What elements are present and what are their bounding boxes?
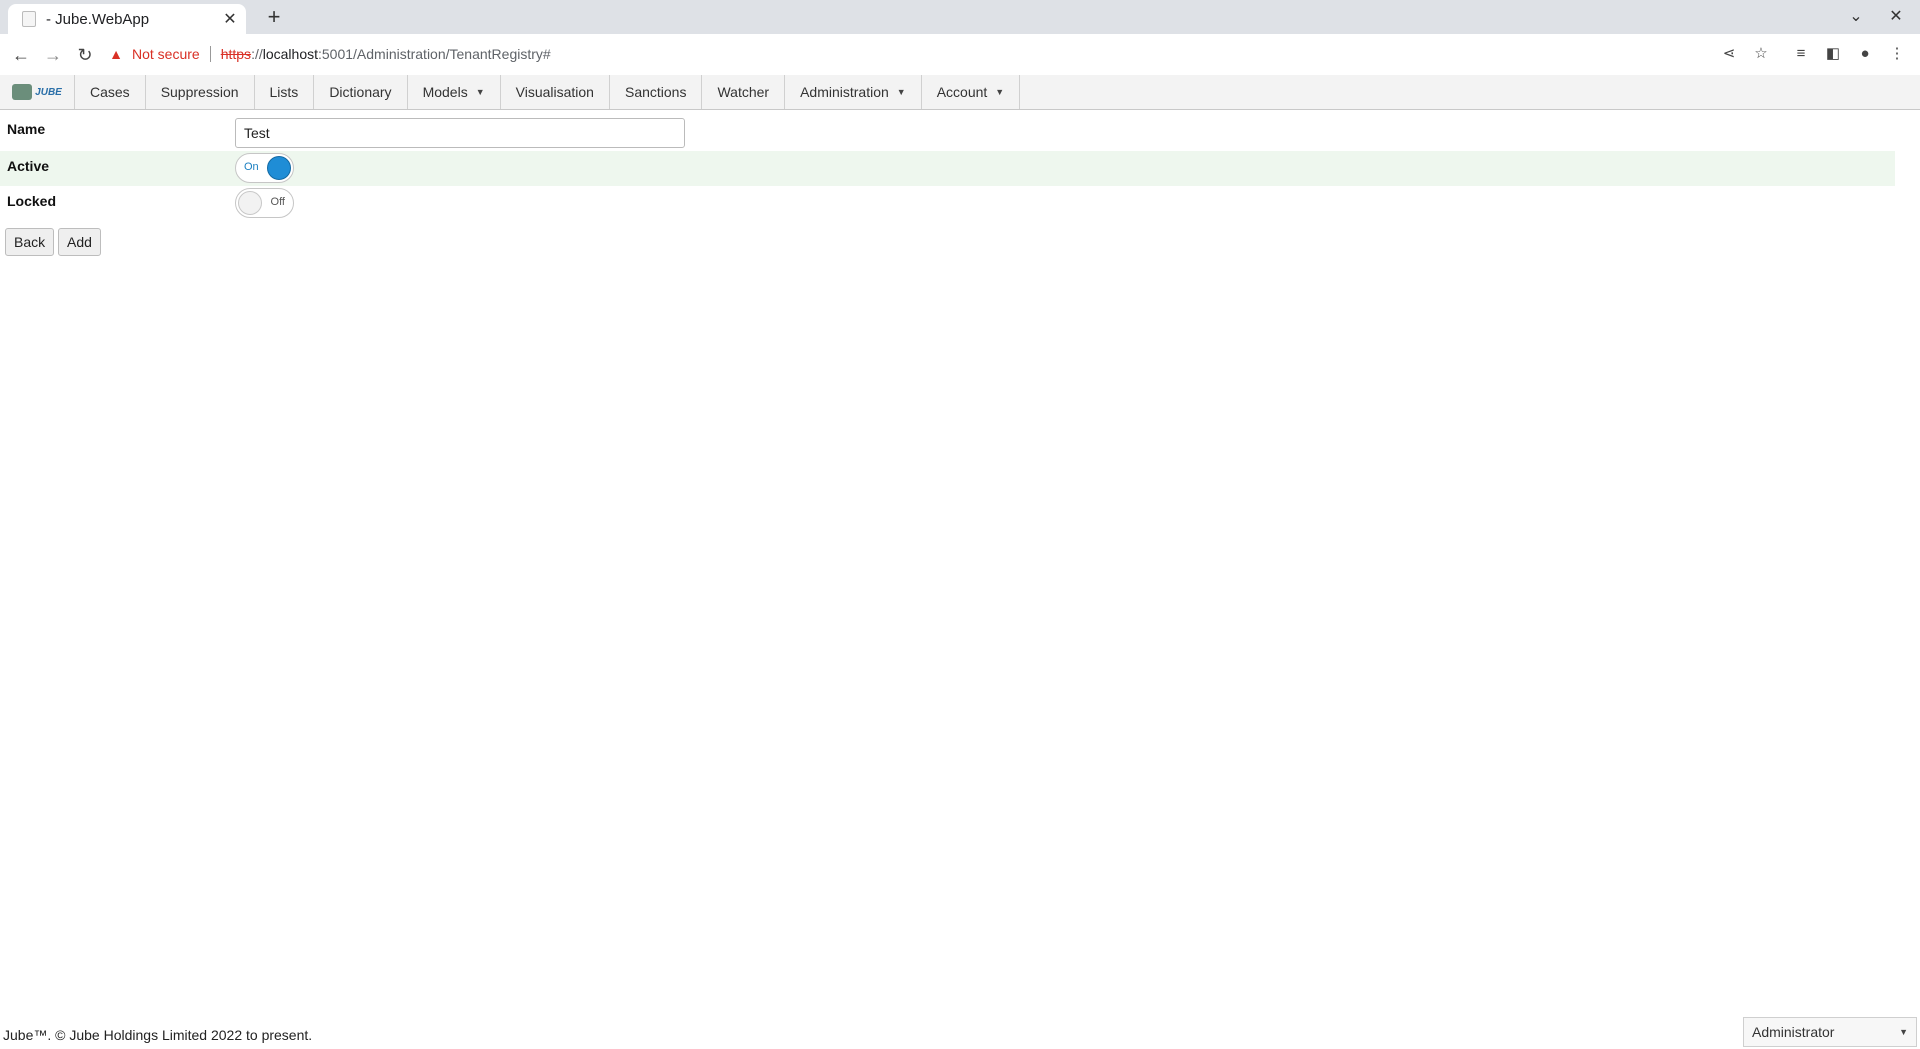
toggle-knob <box>267 156 291 180</box>
name-label: Name <box>7 121 46 137</box>
back-button[interactable]: Back <box>5 228 55 256</box>
toggle-knob <box>238 191 262 215</box>
jube-logo[interactable]: JUBE <box>0 75 75 109</box>
nav-dictionary-label: Dictionary <box>329 84 392 100</box>
nav-administration[interactable]: Administration ▼ <box>785 75 922 109</box>
url-separator: :// <box>251 46 263 62</box>
browser-tabstrip: - Jube.WebApp ✕ + ⌄ ✕ <box>0 0 1920 34</box>
warning-icon: ▲ <box>109 46 123 62</box>
url-path: :5001/Administration/TenantRegistry# <box>318 46 551 62</box>
locked-toggle[interactable]: Off <box>235 188 294 218</box>
back-arrow-icon[interactable]: ← <box>6 40 36 70</box>
browser-tab[interactable]: - Jube.WebApp ✕ <box>8 4 246 34</box>
window-close-icon[interactable]: ✕ <box>1880 4 1912 30</box>
locked-toggle-text: Off <box>270 196 285 208</box>
browser-toolbar: ← → ↻ ▲ Not secure https://localhost:500… <box>0 34 1920 76</box>
nav-cases-label: Cases <box>90 84 130 100</box>
locked-label: Locked <box>7 193 57 209</box>
name-input[interactable] <box>235 118 685 148</box>
page-icon <box>22 11 36 27</box>
nav-account[interactable]: Account ▼ <box>922 75 1021 109</box>
reload-icon[interactable]: ↻ <box>70 40 100 70</box>
app-navbar: JUBE Cases Suppression Lists Dictionary … <box>0 75 1920 110</box>
nav-suppression-label: Suppression <box>160 84 239 100</box>
share-icon[interactable]: ⋖ <box>1717 42 1741 66</box>
forward-arrow-icon[interactable]: → <box>38 40 68 70</box>
nav-administration-label: Administration <box>800 84 889 100</box>
url-scheme: https <box>220 46 252 62</box>
nav-visualisation[interactable]: Visualisation <box>501 75 610 109</box>
nav-sanctions[interactable]: Sanctions <box>610 75 703 109</box>
logo-text: JUBE <box>35 86 62 98</box>
user-role-select[interactable]: Administrator ▼ <box>1743 1017 1917 1047</box>
new-tab-icon[interactable]: + <box>260 3 288 31</box>
tab-search-icon[interactable]: ⌄ <box>1840 4 1872 30</box>
nav-lists[interactable]: Lists <box>255 75 315 109</box>
address-bar[interactable]: ▲ Not secure https://localhost:5001/Admi… <box>108 38 1758 70</box>
bookmark-star-icon[interactable]: ☆ <box>1749 42 1773 66</box>
tab-close-icon[interactable]: ✕ <box>218 9 242 29</box>
active-label: Active <box>7 158 50 174</box>
nav-account-label: Account <box>936 84 988 100</box>
profile-icon[interactable]: ● <box>1853 42 1877 66</box>
side-panel-icon[interactable]: ◧ <box>1821 42 1845 66</box>
media-control-icon[interactable]: ≡ <box>1789 42 1813 66</box>
caret-down-icon: ▼ <box>475 87 485 97</box>
url-host: localhost <box>262 46 318 62</box>
caret-down-icon: ▼ <box>896 87 906 97</box>
caret-down-icon: ▼ <box>995 87 1005 97</box>
nav-models[interactable]: Models ▼ <box>408 75 501 109</box>
logo-mark-icon <box>12 84 33 100</box>
omnibox-divider <box>209 46 211 62</box>
nav-suppression[interactable]: Suppression <box>146 75 255 109</box>
nav-models-label: Models <box>422 84 468 100</box>
add-button[interactable]: Add <box>58 228 101 256</box>
nav-watcher-label: Watcher <box>717 84 770 100</box>
not-secure-label[interactable]: Not secure <box>132 46 200 62</box>
nav-visualisation-label: Visualisation <box>515 84 594 100</box>
user-role-value: Administrator <box>1752 1024 1835 1040</box>
nav-watcher[interactable]: Watcher <box>702 75 786 109</box>
menu-kebab-icon[interactable]: ⋮ <box>1885 42 1909 66</box>
footer-copyright: Jube™. © Jube Holdings Limited 2022 to p… <box>3 1027 313 1043</box>
active-toggle[interactable]: On <box>235 153 294 183</box>
tab-title: - Jube.WebApp <box>46 10 150 28</box>
caret-down-icon: ▼ <box>1899 1027 1908 1037</box>
nav-lists-label: Lists <box>269 84 299 100</box>
nav-dictionary[interactable]: Dictionary <box>314 75 408 109</box>
nav-sanctions-label: Sanctions <box>624 84 687 100</box>
nav-cases[interactable]: Cases <box>75 75 146 109</box>
active-toggle-text: On <box>244 161 259 173</box>
